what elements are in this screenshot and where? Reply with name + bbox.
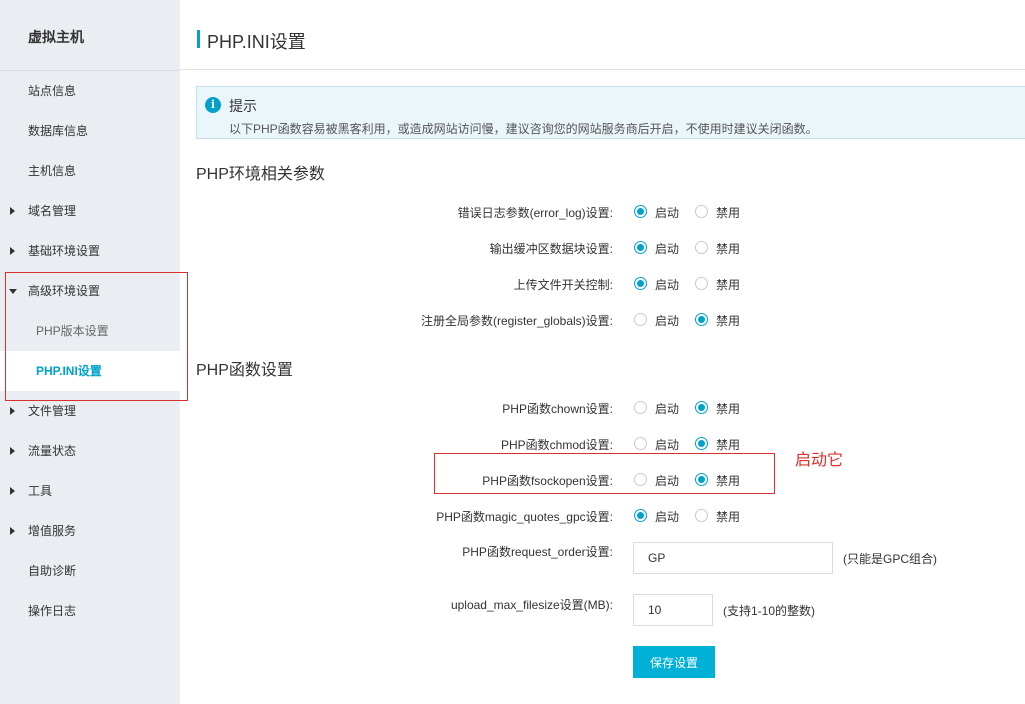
section-title-env: PHP环境相关参数 — [196, 166, 325, 183]
radio-label: 启动 — [655, 438, 680, 452]
sidebar-item-domain[interactable]: 域名管理 — [0, 191, 180, 231]
tip-title: 提示 — [229, 98, 257, 114]
radio-label: 禁用 — [716, 314, 741, 328]
section-title-functions: PHP函数设置 — [196, 362, 293, 379]
radio-label: 启动 — [655, 278, 680, 292]
highlight-box-fsockopen — [434, 453, 775, 494]
sidebar-item-site-info[interactable]: 站点信息 — [0, 71, 180, 111]
sidebar-item-tools[interactable]: 工具 — [0, 471, 180, 511]
sidebar-item-self-diagnose[interactable]: 自助诊断 — [0, 551, 180, 591]
setting-label: PHP函数request_order设置: — [462, 545, 613, 559]
radio-label: 禁用 — [716, 242, 741, 256]
radio-label: 启动 — [655, 314, 680, 328]
setting-label: PHP函数chmod设置: — [500, 438, 613, 452]
radio-magic-quotes-enable[interactable] — [634, 509, 647, 522]
sidebar-item-label: 基础环境设置 — [28, 244, 101, 258]
sidebar-item-label: 数据库信息 — [28, 124, 89, 138]
radio-error-log-disable[interactable] — [695, 205, 708, 218]
caret-right-icon — [10, 247, 15, 255]
radio-label: 启动 — [655, 242, 680, 256]
caret-right-icon — [10, 527, 15, 535]
radio-label: 启动 — [655, 206, 680, 220]
request-order-hint: (只能是GPC组合) — [843, 552, 937, 566]
sidebar-item-label: 操作日志 — [28, 604, 77, 618]
sidebar-item-host-info[interactable]: 主机信息 — [0, 151, 180, 191]
radio-output-buffer-disable[interactable] — [695, 241, 708, 254]
setting-label: PHP函数magic_quotes_gpc设置: — [436, 510, 613, 524]
radio-label: 禁用 — [716, 206, 741, 220]
caret-right-icon — [10, 407, 15, 415]
annotation-text: 启动它 — [795, 452, 844, 469]
caret-right-icon — [10, 487, 15, 495]
sidebar-item-basic-env[interactable]: 基础环境设置 — [0, 231, 180, 271]
tip-text: 以下PHP函数容易被黑客利用，或造成网站访问慢，建议咨询您的网站服务商后开启，不… — [229, 122, 818, 136]
page-header: PHP.INI设置 — [180, 0, 1025, 70]
radio-chown-disable[interactable] — [695, 401, 708, 414]
setting-label: 注册全局参数(register_globals)设置: — [420, 314, 613, 328]
sidebar-item-operation-log[interactable]: 操作日志 — [0, 591, 180, 631]
radio-label: 禁用 — [716, 438, 741, 452]
title-accent-bar — [197, 30, 200, 48]
sidebar-item-value-added[interactable]: 增值服务 — [0, 511, 180, 551]
request-order-input[interactable] — [633, 542, 833, 574]
radio-chmod-disable[interactable] — [695, 437, 708, 450]
sidebar-item-label: 增值服务 — [28, 524, 77, 538]
radio-error-log-enable[interactable] — [634, 205, 647, 218]
radio-register-globals-enable[interactable] — [634, 313, 647, 326]
info-icon: i — [205, 97, 221, 113]
sidebar-item-label: 域名管理 — [28, 204, 77, 218]
sidebar-item-database-info[interactable]: 数据库信息 — [0, 111, 180, 151]
radio-magic-quotes-disable[interactable] — [695, 509, 708, 522]
page-title: PHP.INI设置 — [207, 32, 306, 52]
radio-label: 启动 — [655, 402, 680, 416]
radio-chmod-enable[interactable] — [634, 437, 647, 450]
sidebar-item-label: 站点信息 — [28, 84, 77, 98]
caret-right-icon — [10, 447, 15, 455]
radio-output-buffer-enable[interactable] — [634, 241, 647, 254]
radio-label: 禁用 — [716, 402, 741, 416]
caret-right-icon — [10, 207, 15, 215]
radio-register-globals-disable[interactable] — [695, 313, 708, 326]
highlight-box-sidebar — [5, 272, 188, 401]
radio-label: 启动 — [655, 510, 680, 524]
setting-label: upload_max_filesize设置(MB): — [450, 598, 613, 612]
setting-label: 错误日志参数(error_log)设置: — [457, 206, 613, 220]
sidebar-item-label: 工具 — [28, 484, 53, 498]
sidebar-item-label: 自助诊断 — [28, 564, 77, 578]
save-settings-button[interactable]: 保存设置 — [633, 646, 715, 678]
setting-label: 输出缓冲区数据块设置: — [489, 242, 613, 256]
upload-max-hint: (支持1-10的整数) — [723, 604, 816, 618]
sidebar-title: 虚拟主机 — [28, 29, 84, 45]
radio-label: 禁用 — [716, 278, 741, 292]
radio-file-upload-enable[interactable] — [634, 277, 647, 290]
sidebar-item-label: 流量状态 — [28, 444, 77, 458]
radio-file-upload-disable[interactable] — [695, 277, 708, 290]
setting-label: 上传文件开关控制: — [513, 278, 613, 292]
radio-label: 禁用 — [716, 510, 741, 524]
setting-label: PHP函数chown设置: — [502, 402, 613, 416]
sidebar-item-label: 主机信息 — [28, 164, 77, 178]
tip-box: i 提示 以下PHP函数容易被黑客利用，或造成网站访问慢，建议咨询您的网站服务商… — [196, 86, 1025, 139]
sidebar-item-traffic[interactable]: 流量状态 — [0, 431, 180, 471]
upload-max-filesize-input[interactable] — [633, 594, 713, 626]
radio-chown-enable[interactable] — [634, 401, 647, 414]
